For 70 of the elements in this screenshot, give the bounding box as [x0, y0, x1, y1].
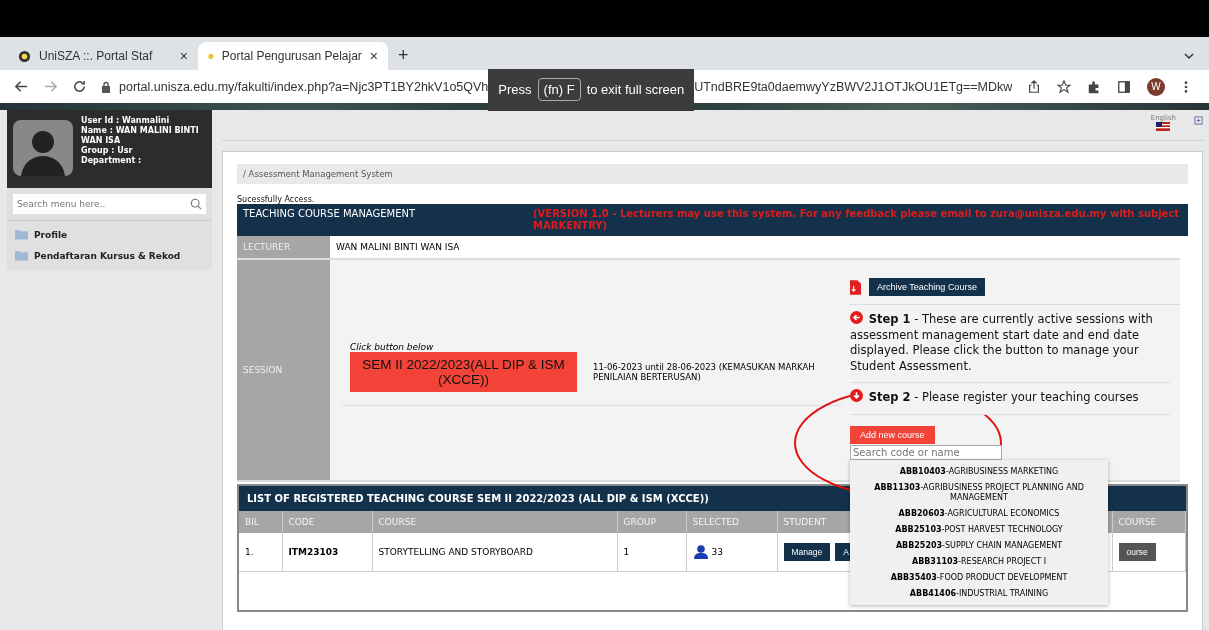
menu-search-field[interactable]: Search menu here.. — [13, 194, 206, 214]
panel-title: TEACHING COURSE MANAGEMENT — [243, 208, 417, 221]
favicon-icon — [18, 49, 31, 63]
url-text[interactable]: UTndBRE9ta0daemwyYzBWV2J1OTJkOU1ETg==MDkw — [694, 79, 1013, 94]
toast-text: to exit full screen — [586, 82, 685, 97]
row-label: LECTURER — [237, 236, 330, 258]
column-header: BIL — [239, 511, 282, 533]
reload-icon[interactable] — [72, 79, 87, 94]
user-info-line: User Id : Wanmalini — [81, 116, 171, 126]
session-dates: 11-06-2023 until 28-06-2023 (KEMASUKAN MARKAH PENILAIAN BERTERUSAN) — [593, 362, 816, 382]
expand-icon[interactable] — [1194, 116, 1203, 125]
user-info-line: Group : Usr — [81, 146, 134, 156]
success-message: Sucessfully Access. — [237, 195, 316, 204]
chevron-down-icon[interactable] — [1183, 50, 1195, 62]
add-course-button[interactable]: Add new course — [850, 425, 935, 444]
column-header: COURSE — [1112, 511, 1186, 533]
column-header: GROUP — [617, 511, 686, 533]
folder-icon — [15, 250, 28, 261]
tab-title: UniSZA ::. Portal Staf — [39, 49, 154, 63]
table-cell: STORYTELLING AND STORYBOARD — [372, 533, 617, 572]
toast-text: Press — [498, 82, 532, 97]
column-header: SELECTED — [686, 511, 777, 533]
version-note: (VERSION 1.0 - Lecturers may use this system. For any feedback please email to zura@unisza.edu.my with subject MARKENTRY) — [533, 208, 1181, 232]
course-option[interactable]: ABB35403-FOOD PRODUCT DEVELOPMENT — [856, 569, 1102, 586]
new-tab-button[interactable]: + — [398, 45, 409, 66]
course-option[interactable]: ABB31103-RESEARCH PROJECT I — [856, 553, 1102, 570]
row-label: SESSION — [237, 260, 330, 480]
sidebar-menu-item[interactable]: Profile — [34, 229, 68, 240]
flag-icon[interactable] — [1156, 122, 1171, 131]
sidebar-menu-item[interactable]: Pendaftaran Kursus & Rekod — [34, 250, 181, 261]
course-button[interactable]: ourse — [1118, 543, 1156, 561]
share-icon[interactable] — [1027, 79, 1041, 94]
back-arrow-icon[interactable] — [14, 79, 29, 94]
column-header: CODE — [282, 511, 372, 533]
selected-count: 33 — [711, 547, 723, 557]
column-header: COURSE — [372, 511, 617, 533]
course-option[interactable]: ABB41406-INDUSTRIAL TRAINING — [856, 585, 1102, 602]
breadcrumb: / Assessment Management System — [237, 164, 1188, 184]
puzzle-icon[interactable] — [1087, 79, 1101, 94]
browser-tab[interactable]: Portal Pengurusan Pelajar × — [198, 42, 388, 70]
person-icon — [692, 545, 709, 559]
profile-avatar[interactable]: W — [1147, 77, 1165, 96]
browser-tab[interactable]: UniSZA ::. Portal Staf × — [8, 42, 198, 70]
down-arrow-circle-icon — [850, 389, 863, 402]
manage-button[interactable]: Manage — [783, 543, 831, 561]
left-arrow-circle-icon — [850, 311, 863, 324]
table-cell: 1 — [617, 533, 686, 572]
key-hint: (fn) F — [537, 78, 581, 101]
star-icon[interactable] — [1057, 79, 1071, 94]
tab-close-button[interactable]: × — [369, 48, 378, 64]
pdf-file-icon — [850, 279, 861, 295]
user-info-line: Department : — [81, 156, 143, 166]
folder-icon — [15, 229, 28, 240]
tab-title: Portal Pengurusan Pelajar — [221, 49, 362, 63]
hint-text: Click button below — [350, 342, 435, 352]
table-cell: ITM23103 — [282, 533, 372, 572]
session-button[interactable]: SEM II 2022/2023(ALL DIP & ISM (XCCE)) — [350, 352, 577, 392]
user-info-line: Name : WAN MALINI BINTI WAN ISA — [81, 126, 200, 146]
course-option[interactable]: ABB10403-AGRIBUSINESS MARKETING — [856, 463, 1102, 480]
course-option[interactable]: ABB25203-SUPPLY CHAIN MANAGEMENT — [856, 537, 1102, 554]
tab-close-button[interactable]: × — [179, 48, 188, 64]
url-text[interactable]: portal.unisza.edu.my/fakulti/index.php?a=Njc3PT1BY2hkV1o5QVh — [119, 79, 489, 94]
course-search-field[interactable]: Search code or name — [850, 444, 1002, 460]
avatar-silhouette-icon — [13, 120, 73, 176]
lecturer-name: WAN MALINI BINTI WAN ISA — [335, 241, 461, 254]
search-icon — [190, 198, 202, 210]
lock-icon — [101, 80, 111, 93]
table-cell: 1. — [239, 533, 282, 572]
sidebar-icon[interactable] — [1117, 79, 1131, 94]
archive-button[interactable]: Archive Teaching Course — [869, 278, 985, 296]
